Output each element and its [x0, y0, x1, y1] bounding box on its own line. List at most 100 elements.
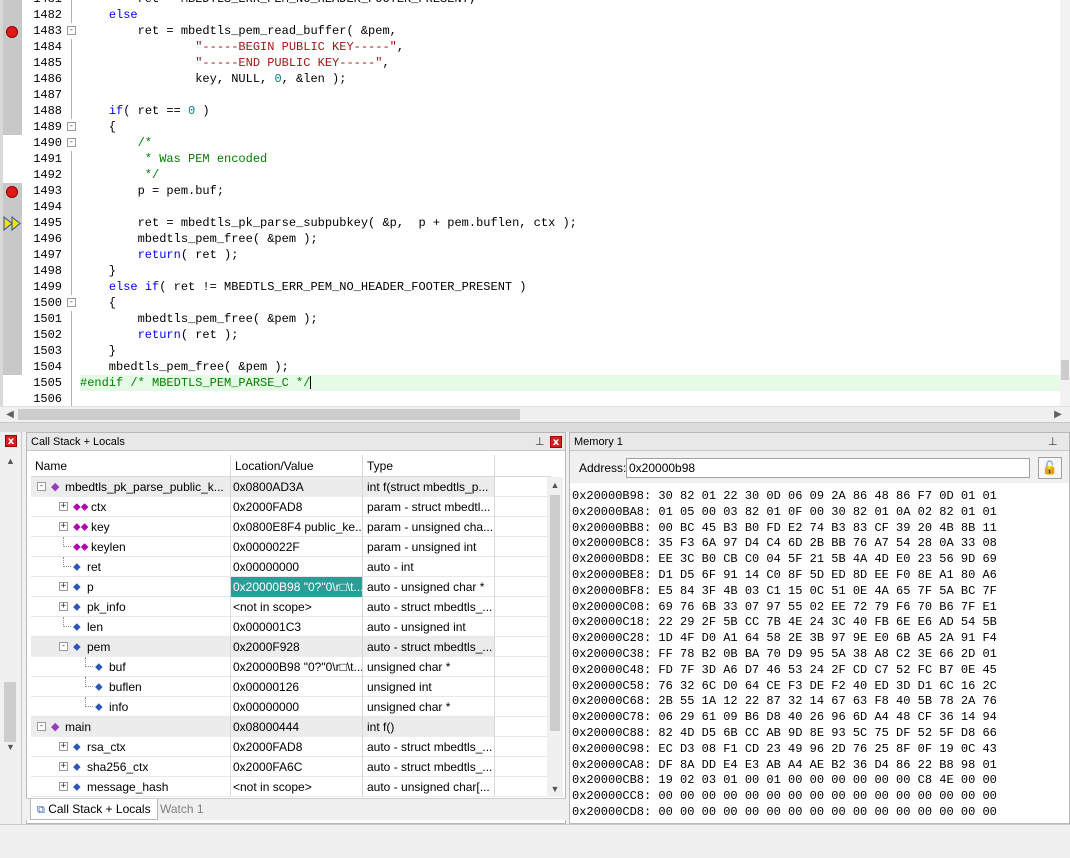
scroll-up-arrow-icon[interactable]: ▲ — [547, 477, 563, 493]
memory-row[interactable]: 0x20000BE8: D1 D5 6F 91 14 C0 8F 5D ED 8… — [572, 567, 997, 583]
code-line[interactable]: 1503 } — [0, 343, 1060, 359]
memory-row[interactable]: 0x20000C28: 1D 4F D0 A1 64 58 2E 3B 97 9… — [572, 630, 997, 646]
pin-icon[interactable]: ⊥ — [1048, 436, 1058, 448]
memory-row[interactable]: 0x20000C58: 76 32 6C D0 64 CE F3 DE F2 4… — [572, 678, 997, 694]
line-gutter[interactable] — [3, 103, 22, 119]
memory-row[interactable]: 0x20000C38: FF 78 B2 0B BA 70 D9 95 5A 3… — [572, 646, 997, 662]
code-line[interactable]: 1491 * Was PEM encoded — [0, 151, 1060, 167]
value-cell[interactable]: 0x00000000 — [231, 697, 363, 717]
expand-icon[interactable]: + — [59, 742, 68, 751]
address-input[interactable] — [626, 458, 1030, 478]
scroll-left-arrow-icon[interactable]: ◀ — [2, 407, 18, 423]
locals-scroll-thumb[interactable] — [550, 495, 560, 731]
column-header-name[interactable]: Name — [31, 455, 231, 477]
scroll-right-arrow-icon[interactable]: ▶ — [1050, 407, 1066, 423]
line-gutter[interactable] — [3, 327, 22, 343]
code-line[interactable]: 1505 #endif /* MBEDTLS_PEM_PARSE_C */ — [0, 375, 1060, 391]
memory-row[interactable]: 0x20000C48: FD 7F 3D A6 D7 46 53 24 2F C… — [572, 662, 997, 678]
editor-horizontal-scrollbar[interactable]: ◀ ▶ — [0, 406, 1070, 422]
line-gutter[interactable] — [3, 359, 22, 375]
code-line[interactable]: 1489- { — [0, 119, 1060, 135]
breakpoint-icon[interactable] — [6, 186, 18, 198]
fold-toggle-icon[interactable]: - — [67, 138, 76, 147]
memory-row[interactable]: 0x20000BC8: 35 F3 6A 97 D4 C4 6D 2B BB 7… — [572, 535, 997, 551]
code-line[interactable]: 1492 */ — [0, 167, 1060, 183]
code-line[interactable]: 1500- { — [0, 295, 1060, 311]
locals-vertical-scrollbar[interactable]: ▲ ▼ — [547, 477, 563, 797]
column-header-location[interactable]: Location/Value — [231, 455, 363, 477]
variable-row[interactable]: ⬥ buf 0x20000B98 "0?"0\r□\t... unsigned cha… — [31, 657, 547, 677]
value-cell[interactable]: 0x2000FA6C — [231, 757, 363, 777]
line-gutter[interactable] — [3, 167, 22, 183]
line-gutter[interactable] — [3, 55, 22, 71]
close-icon[interactable]: x — [550, 436, 562, 448]
editor-vscroll-thumb[interactable] — [1061, 360, 1069, 380]
memory-row[interactable]: 0x20000C18: 22 29 2F 5B CC 7B 4E 24 3C 4… — [572, 614, 997, 630]
value-cell[interactable]: <not in scope> — [231, 777, 363, 797]
collapse-icon[interactable]: - — [59, 642, 68, 651]
variable-row[interactable]: + ⬥ p 0x20000B98 "0?"0\r□\t... auto - unsign… — [31, 577, 547, 597]
line-gutter[interactable] — [3, 135, 22, 151]
stack-frame-row[interactable]: - ◆ mbedtls_pk_parse_public_k... 0x0800AD3A… — [31, 477, 547, 497]
expand-icon[interactable]: + — [59, 582, 68, 591]
value-cell[interactable]: 0x000001C3 — [231, 617, 363, 637]
collapse-icon[interactable]: - — [37, 722, 46, 731]
value-cell[interactable]: 0x00000000 — [231, 557, 363, 577]
memory-row[interactable]: 0x20000CB8: 19 02 03 01 00 01 00 00 00 0… — [572, 772, 997, 788]
value-cell[interactable]: 0x2000F928 — [231, 637, 363, 657]
line-gutter[interactable] — [3, 231, 22, 247]
code-line[interactable]: 1490- /* — [0, 135, 1060, 151]
code-line[interactable]: 1496 mbedtls_pem_free( &pem ); — [0, 231, 1060, 247]
expand-icon[interactable]: + — [59, 602, 68, 611]
scroll-down-arrow-icon[interactable]: ▼ — [547, 781, 563, 797]
variable-row[interactable]: + ⬥⬥ key 0x0800E8F4 public_ke... param - uns… — [31, 517, 547, 537]
scroll-up-arrow-icon[interactable]: ▲ — [6, 456, 15, 466]
value-cell[interactable]: <not in scope> — [231, 597, 363, 617]
memory-row[interactable]: 0x20000BB8: 00 BC 45 B3 B0 FD E2 74 B3 8… — [572, 520, 997, 536]
memory-row[interactable]: 0x20000BA8: 01 05 00 03 82 01 0F 00 30 8… — [572, 504, 997, 520]
code-line[interactable]: 1495 ret = mbedtls_pk_parse_subpubkey( &… — [0, 215, 1060, 231]
variable-row[interactable]: ⬥ len 0x000001C3 auto - unsigned int — [31, 617, 547, 637]
line-gutter[interactable] — [3, 263, 22, 279]
line-gutter[interactable] — [3, 311, 22, 327]
line-gutter[interactable] — [3, 119, 22, 135]
lock-icon[interactable]: 🔓 — [1038, 457, 1062, 479]
variable-row[interactable]: + ⬥ sha256_ctx 0x2000FA6C auto - struct mbed… — [31, 757, 547, 777]
memory-row[interactable]: 0x20000BD8: EE 3C B0 CB C0 04 5F 21 5B 4… — [572, 551, 997, 567]
pin-icon[interactable]: ⊥ — [535, 436, 545, 448]
variable-row[interactable]: + ⬥⬥ ctx 0x2000FAD8 param - struct mbedtl... — [31, 497, 547, 517]
code-line[interactable]: 1497 return( ret ); — [0, 247, 1060, 263]
line-gutter[interactable] — [3, 71, 22, 87]
value-cell[interactable]: 0x08000444 — [231, 717, 363, 737]
code-line[interactable]: 1504 mbedtls_pem_free( &pem ); — [0, 359, 1060, 375]
pane-splitter[interactable] — [0, 422, 1070, 432]
code-editor[interactable]: 1481 ret = MBEDTLS_ERR_PEM_NO_HEADER_FOO… — [0, 0, 1070, 406]
stack-frame-row[interactable]: - ⬥ pem 0x2000F928 auto - struct mbedtls_... — [31, 637, 547, 657]
expand-icon[interactable]: + — [59, 762, 68, 771]
variable-row[interactable]: ⬥ buflen 0x00000126 unsigned int — [31, 677, 547, 697]
memory-row[interactable]: 0x20000CA8: DF 8A DD E4 E3 AB A4 AE B2 3… — [572, 757, 997, 773]
stack-frame-row[interactable]: - ◆ main 0x08000444 int f() — [31, 717, 547, 737]
memory-row[interactable]: 0x20000CC8: 00 00 00 00 00 00 00 00 00 0… — [572, 788, 997, 804]
code-line[interactable]: 1506 — [0, 391, 1060, 406]
line-gutter[interactable] — [3, 279, 22, 295]
code-line[interactable]: 1494 — [0, 199, 1060, 215]
variable-row[interactable]: ⬥⬥ keylen 0x0000022F param - unsigned int — [31, 537, 547, 557]
scroll-down-arrow-icon[interactable]: ▼ — [6, 742, 15, 752]
variable-row[interactable]: + ⬥ message_hash <not in scope> auto - unsig… — [31, 777, 547, 797]
line-gutter[interactable] — [3, 391, 22, 406]
collapse-icon[interactable]: - — [37, 482, 46, 491]
value-cell[interactable]: 0x20000B98 "0?"0\r□\t... — [231, 657, 363, 677]
expand-icon[interactable]: + — [59, 522, 68, 531]
memory-row[interactable]: 0x20000C98: EC D3 08 F1 CD 23 49 96 2D 7… — [572, 741, 997, 757]
value-cell[interactable]: 0x2000FAD8 — [231, 737, 363, 757]
memory-row[interactable]: 0x20000CD8: 00 00 00 00 00 00 00 00 00 0… — [572, 804, 997, 820]
code-line[interactable]: 1483- ret = mbedtls_pem_read_buffer( &pe… — [0, 23, 1060, 39]
value-cell[interactable]: 0x2000FAD8 — [231, 497, 363, 517]
code-line[interactable]: 1498 } — [0, 263, 1060, 279]
fold-toggle-icon[interactable]: - — [67, 122, 76, 131]
breakpoint-icon[interactable] — [6, 26, 18, 38]
value-cell[interactable]: 0x0000022F — [231, 537, 363, 557]
close-icon[interactable]: x — [5, 435, 17, 447]
line-gutter[interactable] — [3, 151, 22, 167]
